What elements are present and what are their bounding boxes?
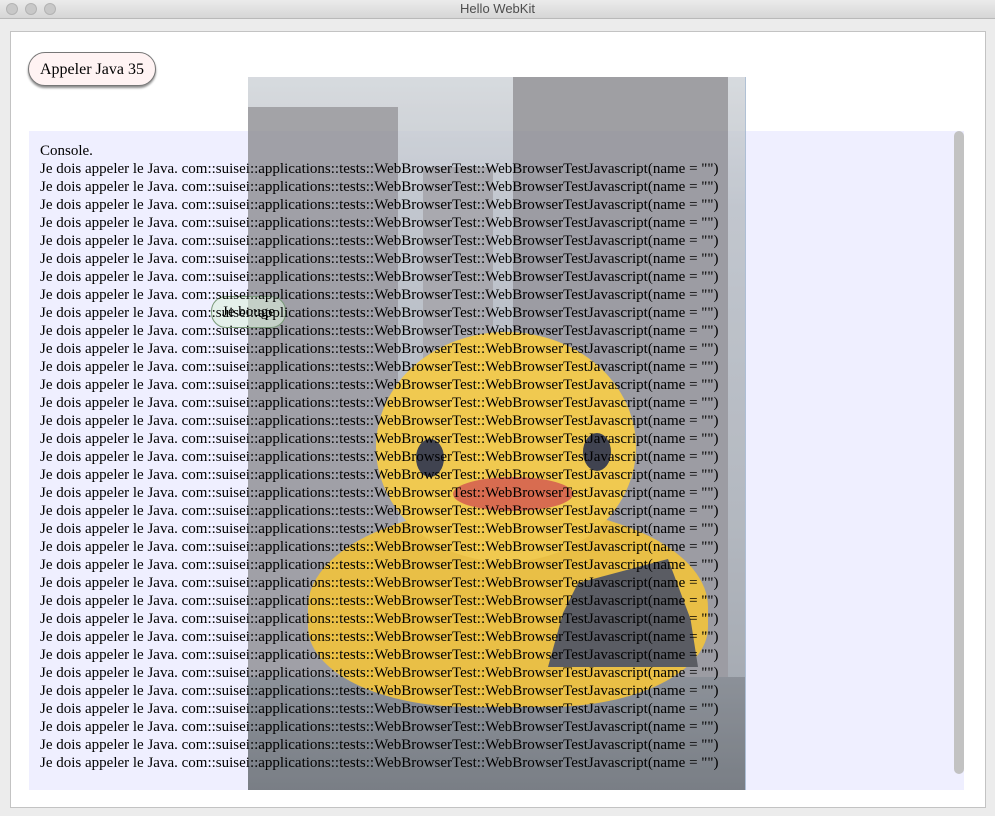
console-line: Je dois appeler le Java. com::suisei::ap… — [40, 323, 719, 339]
console-line: Je dois appeler le Java. com::suisei::ap… — [40, 701, 719, 717]
console-line: Je dois appeler le Java. com::suisei::ap… — [40, 485, 719, 501]
console-line: Je dois appeler le Java. com::suisei::ap… — [40, 665, 719, 681]
console-line: Je dois appeler le Java. com::suisei::ap… — [40, 179, 719, 195]
console-line: Je dois appeler le Java. com::suisei::ap… — [40, 287, 719, 303]
console-line: Je dois appeler le Java. com::suisei::ap… — [40, 233, 719, 249]
console-line: Je dois appeler le Java. com::suisei::ap… — [40, 575, 719, 591]
console-line: Je dois appeler le Java. com::suisei::ap… — [40, 467, 719, 483]
console-line: Je dois appeler le Java. com::suisei::ap… — [40, 341, 719, 357]
webview: Appeler Java 35 Je bouge Console. Je dois… — [10, 31, 986, 808]
title-bar: Hello WebKit — [0, 0, 995, 19]
console-output: Console.Je dois appeler le Java. com::su… — [40, 142, 719, 772]
console-line: Je dois appeler le Java. com::suisei::ap… — [40, 413, 719, 429]
console-line: Je dois appeler le Java. com::suisei::ap… — [40, 305, 719, 321]
console-line: Je dois appeler le Java. com::suisei::ap… — [40, 197, 719, 213]
console-line: Je dois appeler le Java. com::suisei::ap… — [40, 611, 719, 627]
console-line: Je dois appeler le Java. com::suisei::ap… — [40, 449, 719, 465]
call-java-button[interactable]: Appeler Java 35 — [28, 52, 156, 86]
console-line: Je dois appeler le Java. com::suisei::ap… — [40, 161, 719, 177]
console-line: Je dois appeler le Java. com::suisei::ap… — [40, 737, 719, 753]
console-line: Je dois appeler le Java. com::suisei::ap… — [40, 629, 719, 645]
console-line: Je dois appeler le Java. com::suisei::ap… — [40, 593, 719, 609]
console-line: Je dois appeler le Java. com::suisei::ap… — [40, 269, 719, 285]
console-line: Je dois appeler le Java. com::suisei::ap… — [40, 539, 719, 555]
console-line: Je dois appeler le Java. com::suisei::ap… — [40, 251, 719, 267]
console-line: Je dois appeler le Java. com::suisei::ap… — [40, 719, 719, 735]
console-line: Je dois appeler le Java. com::suisei::ap… — [40, 395, 719, 411]
console-line: Je dois appeler le Java. com::suisei::ap… — [40, 503, 719, 519]
console-header: Console. — [40, 143, 93, 159]
console-line: Je dois appeler le Java. com::suisei::ap… — [40, 359, 719, 375]
console-line: Je dois appeler le Java. com::suisei::ap… — [40, 647, 719, 663]
console-line: Je dois appeler le Java. com::suisei::ap… — [40, 377, 719, 393]
console-line: Je dois appeler le Java. com::suisei::ap… — [40, 521, 719, 537]
console-scrollbar[interactable] — [954, 131, 964, 774]
console-line: Je dois appeler le Java. com::suisei::ap… — [40, 557, 719, 573]
console-line: Je dois appeler le Java. com::suisei::ap… — [40, 215, 719, 231]
console-line: Je dois appeler le Java. com::suisei::ap… — [40, 683, 719, 699]
window-title: Hello WebKit — [460, 1, 535, 16]
console-line: Je dois appeler le Java. com::suisei::ap… — [40, 755, 719, 771]
console-line: Je dois appeler le Java. com::suisei::ap… — [40, 431, 719, 447]
